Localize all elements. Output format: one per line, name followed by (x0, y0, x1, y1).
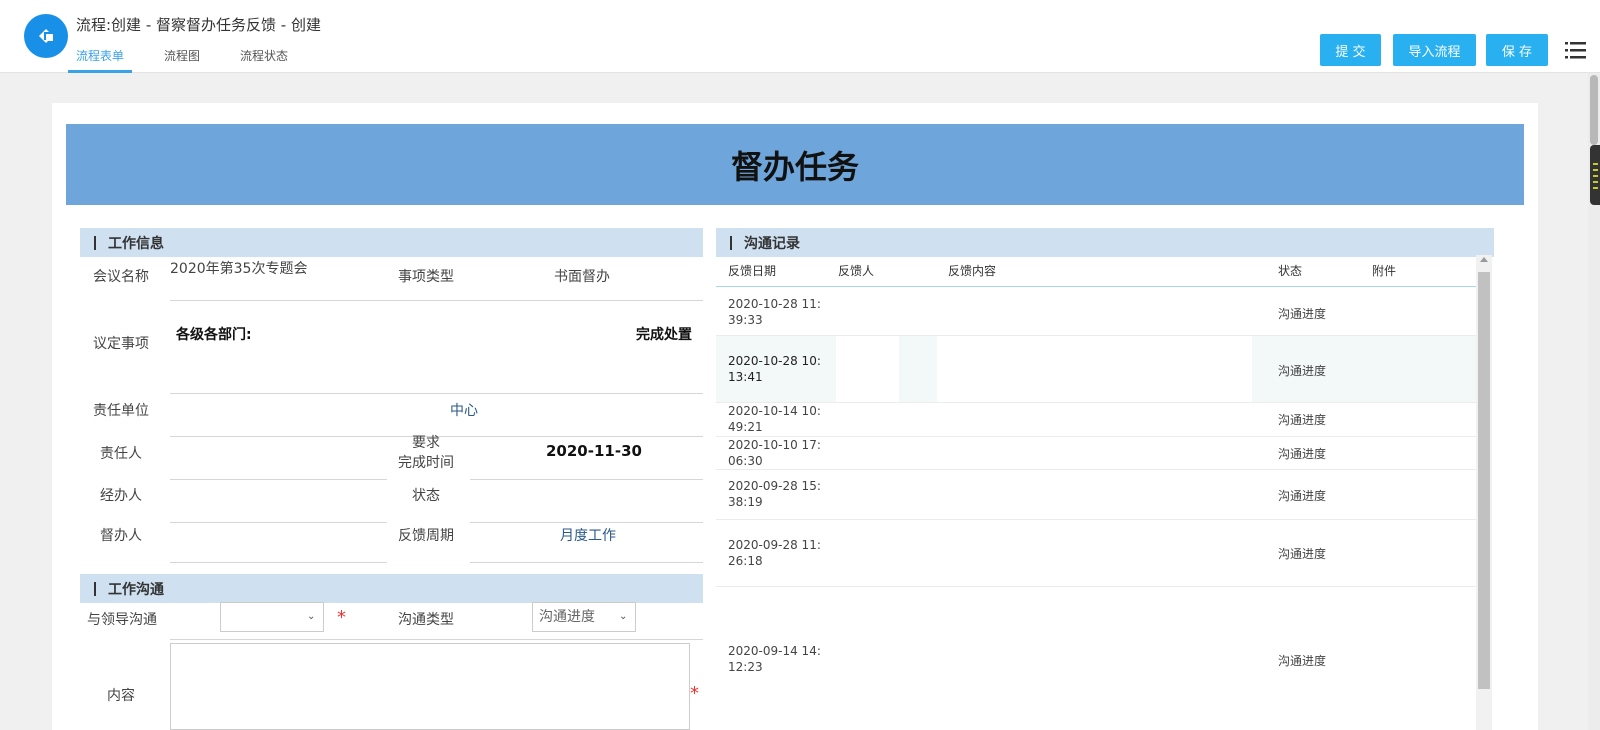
agreed-matters-value: 各级各部门: (176, 327, 252, 343)
feedback-cycle-value: 月度工作 (560, 528, 616, 544)
leader-comm-select[interactable] (220, 602, 324, 632)
tab-flowchart[interactable]: 流程图 (156, 44, 208, 73)
deadline-value: 2020-11-30 (546, 442, 642, 460)
agreed-matters-label: 议定事项 (93, 336, 149, 352)
deadline-label-line2: 完成时间 (398, 455, 454, 471)
status-label: 状态 (412, 488, 440, 504)
section-work-info: 工作信息 (80, 228, 703, 257)
app-logo-icon (24, 14, 68, 58)
menu-list-icon[interactable] (1565, 40, 1587, 60)
content-label: 内容 (107, 688, 135, 704)
handler-label: 经办人 (100, 488, 142, 504)
col-attachment[interactable]: 附件 (1372, 262, 1396, 279)
item-type-value: 书面督办 (554, 269, 610, 285)
tab-form[interactable]: 流程表单 (68, 44, 133, 73)
item-type-label: 事项类型 (398, 269, 454, 285)
col-feedback-date[interactable]: 反馈日期 (728, 262, 776, 279)
leader-comm-label: 与领导沟通 (87, 612, 157, 628)
page-title: 流程:创建 - 督察督办任务反馈 - 创建 (76, 16, 321, 34)
meeting-name-value: 2020年第35次专题会 (170, 261, 308, 277)
comm-records-table-header: 反馈日期 反馈人 反馈内容 状态 附件 (716, 254, 1476, 287)
top-bar: 流程:创建 - 督察督办任务反馈 - 创建 流程表单 流程图 流程状态 提 交 … (0, 0, 1600, 73)
agreed-matters-value-end: 完成处置 (636, 327, 692, 343)
resp-unit-label: 责任单位 (93, 403, 149, 419)
required-mark: * (337, 607, 346, 628)
submit-button[interactable]: 提 交 (1320, 34, 1381, 66)
section-comm-records: 沟通记录 (716, 228, 1494, 257)
side-panel-handle[interactable] (1590, 145, 1600, 205)
deadline-label-line1: 要求 (412, 435, 440, 451)
save-button[interactable]: 保 存 (1486, 34, 1548, 66)
resp-person-label: 责任人 (100, 446, 142, 462)
col-status[interactable]: 状态 (1278, 262, 1302, 279)
table-row[interactable]: 2020-09-14 14: 12:23 沟通进度 (716, 587, 1476, 730)
tab-flow-status[interactable]: 流程状态 (232, 44, 296, 73)
tab-bar: 流程表单 流程图 流程状态 (68, 44, 320, 73)
section-work-comm: 工作沟通 (80, 574, 703, 603)
comm-type-label: 沟通类型 (398, 612, 454, 628)
meeting-name-label: 会议名称 (93, 269, 149, 285)
table-row[interactable]: 2020-10-28 10: 13:41 沟通进度 (716, 336, 1476, 403)
feedback-cycle-label: 反馈周期 (398, 528, 454, 544)
table-row[interactable]: 2020-09-28 15: 38:19 沟通进度 (716, 470, 1476, 520)
comm-type-select[interactable]: 沟通进度 (532, 602, 636, 632)
col-feedback-content[interactable]: 反馈内容 (948, 262, 996, 279)
table-row[interactable]: 2020-10-28 11: 39:33 沟通进度 (716, 288, 1476, 336)
table-row[interactable]: 2020-10-14 10: 49:21 沟通进度 (716, 403, 1476, 437)
table-scrollbar[interactable] (1476, 255, 1492, 730)
content-textarea[interactable] (170, 643, 690, 730)
supervisor-label: 督办人 (100, 528, 142, 544)
required-mark: * (690, 683, 699, 704)
table-row[interactable]: 2020-09-28 11: 26:18 沟通进度 (716, 520, 1476, 587)
table-row[interactable]: 2020-10-10 17: 06:30 沟通进度 (716, 437, 1476, 470)
form-card: 督办任务 工作信息 会议名称 2020年第35次专题会 事项类型 书面督办 议定… (52, 103, 1538, 730)
form-banner-title: 督办任务 (66, 124, 1524, 205)
import-flow-button[interactable]: 导入流程 (1393, 34, 1476, 66)
col-feedback-person[interactable]: 反馈人 (838, 262, 874, 279)
resp-unit-value: 中心 (450, 403, 478, 419)
